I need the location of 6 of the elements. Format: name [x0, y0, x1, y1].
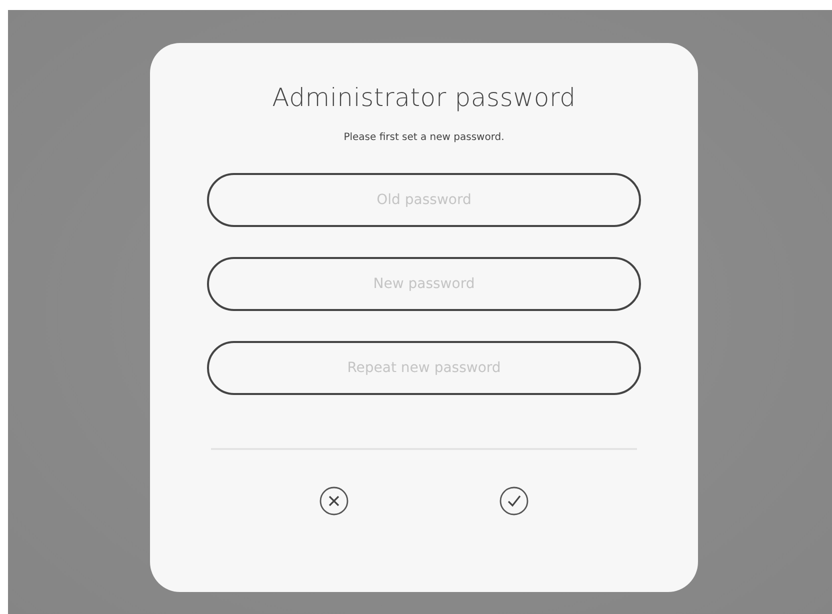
dialog-message: Please first set a new password. [344, 132, 504, 143]
close-icon [319, 486, 349, 516]
checkmark-icon [499, 486, 529, 516]
cancel-button[interactable] [319, 486, 349, 516]
confirm-button[interactable] [499, 486, 529, 516]
dialog-title: Administrator password [272, 83, 576, 112]
